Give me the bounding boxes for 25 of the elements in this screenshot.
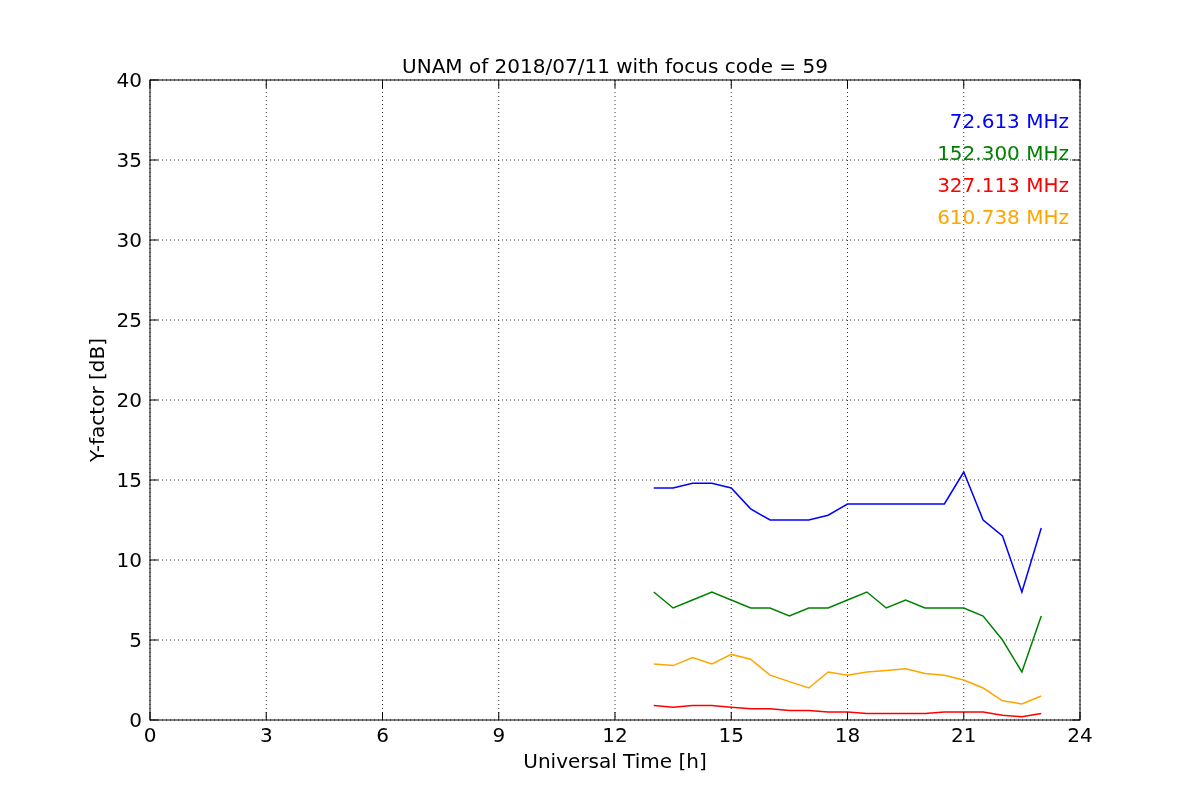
x-tick-label: 24 (1067, 723, 1093, 747)
x-tick-label: 18 (834, 723, 861, 747)
y-tick-label: 40 (116, 68, 142, 92)
y-tick-label: 5 (129, 628, 142, 652)
x-tick-label: 12 (602, 723, 628, 747)
x-tick-label: 9 (492, 723, 506, 747)
legend-label: 72.613 MHz (949, 109, 1069, 133)
y-tick-label: 15 (116, 468, 142, 492)
y-tick-label: 25 (116, 308, 142, 332)
x-tick-label: 21 (951, 723, 977, 747)
y-tick-label: 10 (116, 548, 142, 572)
legend-label: 152.300 MHz (937, 141, 1069, 165)
y-tick-label: 30 (116, 228, 142, 252)
legend-label: 327.113 MHz (937, 173, 1069, 197)
x-axis-label: Universal Time [h] (523, 749, 707, 773)
y-axis-label: Y-factor [dB] (85, 338, 109, 462)
x-tick-label: 6 (376, 723, 389, 747)
y-tick-label: 20 (116, 388, 142, 412)
x-tick-label: 15 (718, 723, 744, 747)
x-tick-label: 3 (259, 723, 273, 747)
legend-label: 610.738 MHz (937, 205, 1069, 229)
chart-title: UNAM of 2018/07/11 with focus code = 59 (402, 54, 828, 78)
y-tick-label: 0 (129, 708, 142, 732)
y-tick-label: 35 (116, 148, 142, 172)
x-tick-label: 0 (143, 723, 157, 747)
